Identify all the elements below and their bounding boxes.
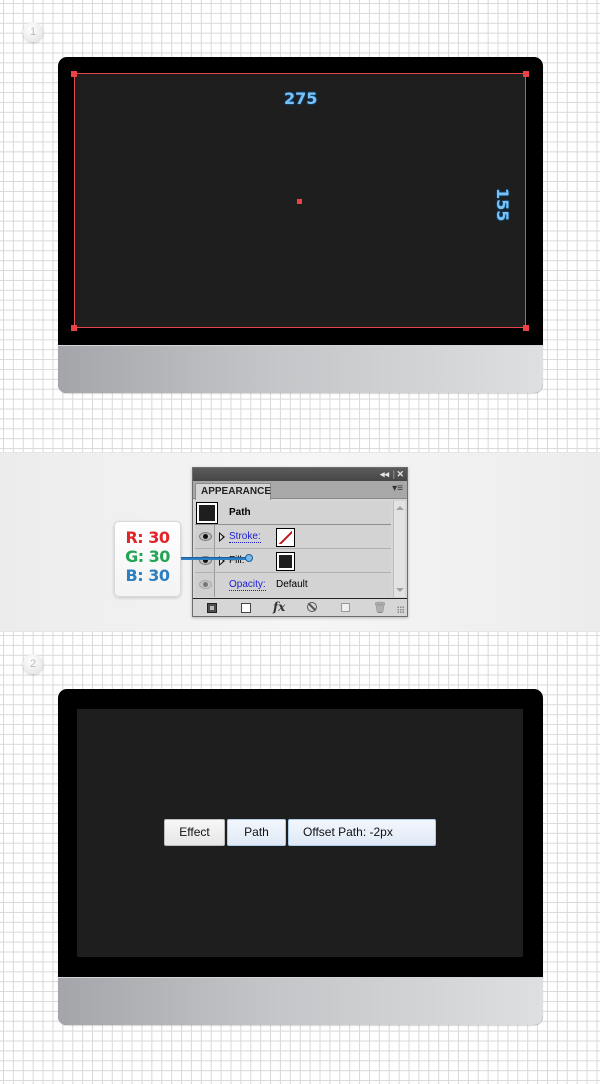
opacity-row[interactable]: Opacity: Default bbox=[195, 573, 391, 597]
monitor-chin bbox=[58, 345, 543, 393]
monitor-step2 bbox=[58, 689, 543, 1025]
stroke-swatch-none[interactable] bbox=[276, 528, 295, 547]
opacity-label[interactable]: Opacity: bbox=[229, 579, 266, 591]
add-new-effect-icon[interactable]: fx bbox=[273, 600, 285, 614]
object-row[interactable]: Path bbox=[195, 501, 391, 525]
callout-connector-line bbox=[181, 557, 247, 560]
height-dimension-label: 155 bbox=[493, 188, 512, 222]
close-icon[interactable]: ✕ bbox=[396, 468, 404, 481]
rgb-callout: R: 30 G: 30 B: 30 bbox=[114, 521, 181, 597]
fill-row[interactable]: Fill: bbox=[195, 549, 391, 573]
panel-menu-icon[interactable]: ▾≡ bbox=[392, 483, 403, 494]
breadcrumb-offset-path[interactable]: Offset Path: -2px bbox=[288, 819, 436, 846]
appearance-panel: ◂◂ | ✕ APPEARANCE ▾≡ Path Stroke: Fill: … bbox=[192, 467, 408, 617]
object-thumbnail bbox=[196, 502, 218, 524]
stroke-label[interactable]: Stroke: bbox=[229, 531, 261, 543]
expand-triangle-icon[interactable] bbox=[219, 532, 225, 542]
resize-grip-icon[interactable] bbox=[397, 606, 405, 614]
stroke-row[interactable]: Stroke: bbox=[195, 525, 391, 549]
duplicate-item-icon[interactable] bbox=[341, 603, 350, 612]
eye-icon bbox=[199, 532, 212, 541]
center-point bbox=[297, 199, 302, 204]
panel-footer: fx 🗑 bbox=[193, 598, 407, 616]
scroll-down-arrow-icon[interactable] bbox=[396, 588, 404, 592]
step-badge-2: 2 bbox=[23, 654, 43, 674]
callout-connector-dot bbox=[245, 554, 253, 562]
object-label: Path bbox=[229, 507, 251, 518]
breadcrumb-path[interactable]: Path bbox=[227, 819, 286, 846]
tab-row: APPEARANCE ▾≡ bbox=[193, 481, 407, 500]
breadcrumb-effect[interactable]: Effect bbox=[164, 819, 225, 846]
eye-icon bbox=[199, 580, 212, 589]
visibility-toggle[interactable] bbox=[195, 525, 215, 548]
rgb-green-value: G: 30 bbox=[125, 547, 170, 566]
panel-scrollbar[interactable] bbox=[393, 501, 405, 597]
rgb-blue-value: B: 30 bbox=[125, 566, 170, 585]
tab-appearance[interactable]: APPEARANCE bbox=[195, 483, 271, 500]
add-new-stroke-icon[interactable] bbox=[207, 603, 217, 613]
visibility-toggle[interactable] bbox=[195, 573, 215, 597]
fill-swatch[interactable] bbox=[276, 552, 295, 571]
menu-path-breadcrumb: Effect Path Offset Path: -2px bbox=[164, 819, 436, 847]
scroll-up-arrow-icon[interactable] bbox=[396, 506, 404, 510]
monitor-chin bbox=[58, 977, 543, 1025]
clear-appearance-icon[interactable] bbox=[307, 602, 317, 612]
panel-titlebar[interactable]: ◂◂ | ✕ bbox=[193, 468, 407, 481]
anchor-point-bottom-right[interactable] bbox=[523, 325, 529, 331]
add-new-fill-icon[interactable] bbox=[241, 603, 251, 613]
step-badge-1: 1 bbox=[23, 22, 43, 42]
trash-icon[interactable]: 🗑 bbox=[373, 601, 387, 614]
anchor-point-top-right[interactable] bbox=[523, 71, 529, 77]
width-dimension-label: 275 bbox=[284, 89, 318, 108]
opacity-value: Default bbox=[276, 579, 308, 590]
anchor-point-bottom-left[interactable] bbox=[71, 325, 77, 331]
rgb-red-value: R: 30 bbox=[125, 528, 170, 547]
anchor-point-top-left[interactable] bbox=[71, 71, 77, 77]
appearance-rows: Path Stroke: Fill: Opacity: Default bbox=[195, 501, 391, 597]
visibility-toggle[interactable] bbox=[195, 549, 215, 572]
collapse-icon[interactable]: ◂◂ bbox=[380, 468, 389, 481]
titlebar-divider: | bbox=[392, 469, 395, 479]
